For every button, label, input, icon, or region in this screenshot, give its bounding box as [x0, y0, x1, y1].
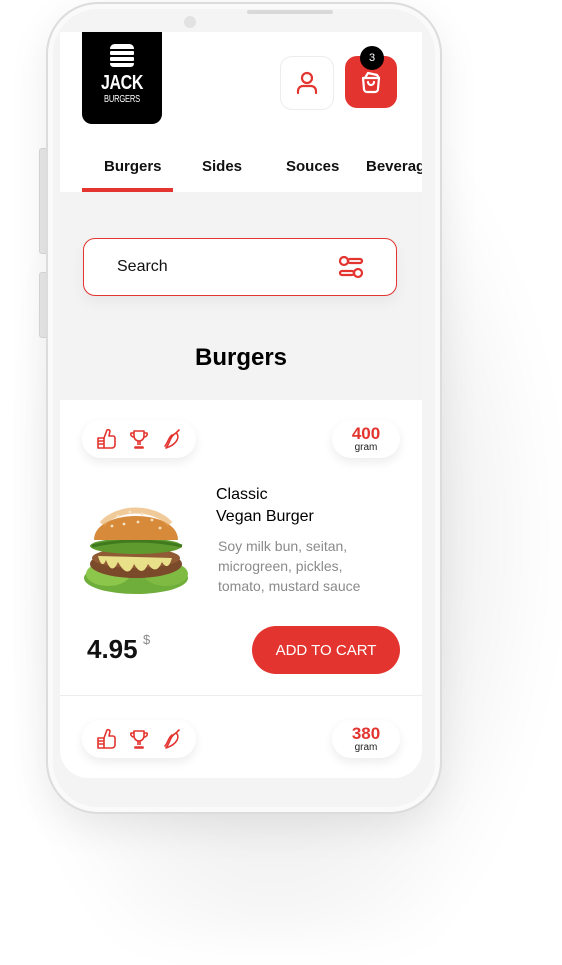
- tab-sides[interactable]: Sides: [202, 158, 242, 175]
- filter-sliders-icon[interactable]: [338, 256, 364, 280]
- product-price: 4.95: [87, 634, 138, 664]
- brand-subtitle: BURGERS: [103, 94, 141, 105]
- camera: [184, 16, 196, 28]
- shopping-bag-icon: [361, 71, 381, 94]
- category-tabs: Burgers Sides Souces Beverages: [60, 154, 422, 192]
- brand-logo[interactable]: JACK BURGERS: [82, 32, 162, 124]
- burger-logo-icon: [110, 44, 134, 69]
- currency-symbol: $: [143, 632, 151, 647]
- thumbs-up-icon: [97, 428, 117, 449]
- tab-souces[interactable]: Souces: [286, 158, 339, 175]
- section-title: Burgers: [194, 344, 288, 371]
- burger-image[interactable]: [78, 494, 196, 600]
- weight-unit: gram: [354, 441, 378, 453]
- user-icon: [296, 71, 318, 95]
- weight-unit: gram: [354, 741, 378, 753]
- product-card: 400 gram Classic Vegan Burger Soy milk b…: [60, 400, 422, 696]
- product-card: 380 gram: [60, 696, 422, 778]
- brand-name: JACK: [101, 72, 143, 94]
- product-badges: [82, 420, 196, 458]
- weight-badge: 400 gram: [332, 420, 400, 458]
- product-name[interactable]: Classic Vegan Burger: [216, 484, 396, 528]
- chili-pepper-icon: [163, 429, 180, 449]
- trophy-icon: [130, 730, 148, 749]
- thumbs-up-icon: [97, 728, 117, 749]
- cart-count-badge: 3: [360, 46, 384, 70]
- tab-burgers[interactable]: Burgers: [104, 158, 162, 175]
- trophy-icon: [130, 430, 148, 449]
- header: JACK BURGERS 3 Burgers Sides Souces Beve…: [60, 32, 422, 192]
- active-tab-indicator: [82, 188, 173, 192]
- product-badges: [82, 720, 196, 758]
- weight-value: 380: [351, 723, 381, 743]
- search-placeholder: Search: [117, 258, 168, 275]
- user-button[interactable]: [280, 56, 334, 110]
- search-input[interactable]: Search: [83, 238, 397, 296]
- product-description: Soy milk bun, seitan, microgreen, pickle…: [218, 538, 361, 594]
- chili-pepper-icon: [163, 729, 180, 749]
- app-screen: JACK BURGERS 3 Burgers Sides Souces Beve…: [60, 32, 422, 778]
- weight-value: 400: [351, 423, 381, 443]
- weight-badge: 380 gram: [332, 720, 400, 758]
- tab-beverages[interactable]: Beverages: [366, 158, 422, 175]
- add-to-cart-button[interactable]: ADD TO CART: [252, 626, 400, 674]
- speaker: [247, 10, 333, 14]
